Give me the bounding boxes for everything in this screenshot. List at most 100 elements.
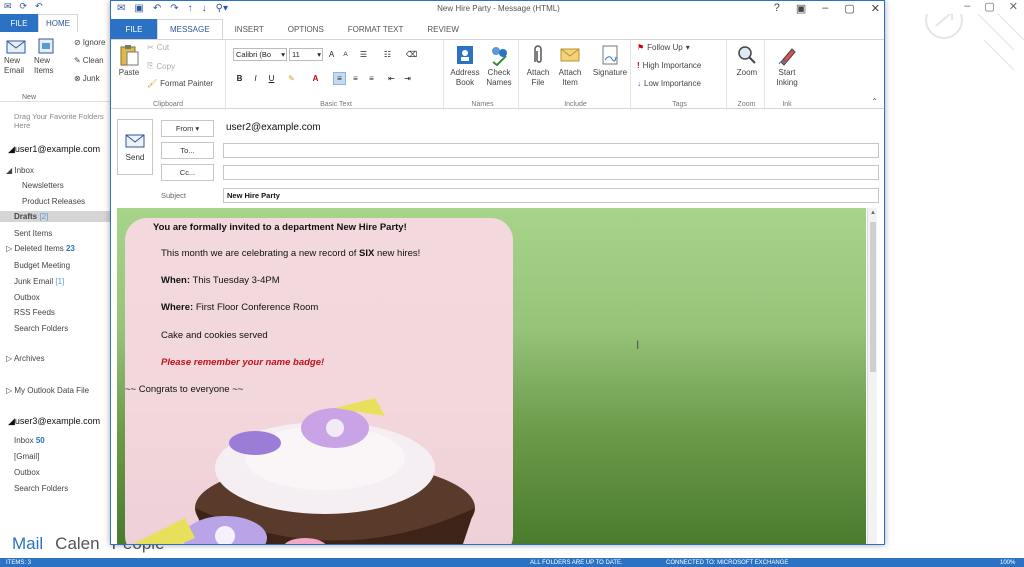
invitation-card	[125, 218, 513, 544]
undo-icon[interactable]: ↶	[35, 1, 43, 12]
group-basic-text: Calibri (Bo ▾ 11 ▾ A A ☰ ☷ ⌫ B I U ✎ A ≡ ≡…	[229, 40, 444, 110]
folder-outbox-2[interactable]: Outbox	[14, 468, 40, 477]
zoom-button[interactable]: Zoom	[733, 44, 761, 78]
outlook-minimize-button[interactable]: –	[964, 0, 970, 13]
font-size-combo[interactable]: 11 ▾	[289, 48, 323, 61]
maximize-button[interactable]: ▢	[844, 2, 854, 15]
folder-budget-meeting[interactable]: Budget Meeting	[14, 261, 70, 270]
folder-deleted-items[interactable]: ▷ Deleted Items 23	[6, 244, 75, 253]
outlook-maximize-button[interactable]: ▢	[984, 0, 994, 13]
numbering-button[interactable]: ☷	[381, 48, 394, 61]
folder-search-folders-2[interactable]: Search Folders	[14, 484, 68, 493]
signature-button[interactable]: Signature	[591, 44, 629, 78]
folder-archives[interactable]: ▷ Archives	[6, 354, 45, 363]
tab-message[interactable]: MESSAGE	[157, 19, 223, 39]
send-receive-icon[interactable]: ⟳	[20, 1, 28, 12]
new-items-button[interactable]: New Items	[34, 38, 58, 76]
tab-options[interactable]: OPTIONS	[276, 19, 336, 39]
subject-field[interactable]: New Hire Party	[223, 188, 879, 203]
dropdown-arrow-icon: ▾	[317, 50, 321, 59]
folder-outbox[interactable]: Outbox	[14, 293, 40, 302]
nav-calendar[interactable]: Calen	[55, 534, 99, 554]
cut-button[interactable]: ✂ Cut	[147, 43, 169, 52]
scroll-thumb[interactable]	[870, 222, 876, 372]
junk-button[interactable]: ⊗ Junk	[74, 74, 100, 83]
collapse-ribbon-icon[interactable]: ⌃	[871, 97, 878, 106]
new-email-button[interactable]: New Email	[4, 38, 28, 76]
folder-product-releases[interactable]: Product Releases	[22, 197, 85, 206]
folder-sent-items[interactable]: Sent Items	[14, 229, 52, 238]
clean-up-button[interactable]: ✎ Clean	[74, 56, 104, 65]
attach-file-button[interactable]: Attach File	[523, 44, 553, 88]
help-button[interactable]: ?	[774, 2, 780, 15]
folder-rss-feeds[interactable]: RSS Feeds	[14, 308, 55, 317]
close-button[interactable]: ✕	[871, 2, 880, 15]
folder-inbox-2-label: Inbox	[14, 436, 34, 445]
bold-button[interactable]: B	[233, 72, 246, 85]
zoom-label: Zoom	[736, 68, 758, 77]
font-name-combo[interactable]: Calibri (Bo ▾	[233, 48, 287, 61]
check-names-button[interactable]: Check Names	[483, 44, 515, 88]
minimize-button[interactable]: –	[822, 2, 828, 15]
folder-newsletters[interactable]: Newsletters	[22, 181, 64, 190]
shrink-font-button[interactable]: A	[339, 48, 352, 61]
ribbon-display-button[interactable]: ▣	[796, 2, 806, 15]
tab-review[interactable]: REVIEW	[415, 19, 471, 39]
italic-button[interactable]: I	[249, 72, 262, 85]
cc-field[interactable]	[223, 165, 879, 180]
folder-search-folders[interactable]: Search Folders	[14, 324, 68, 333]
folder-my-outlook-data-file[interactable]: ▷ My Outlook Data File	[6, 386, 89, 395]
tab-insert[interactable]: INSERT	[223, 19, 276, 39]
copy-button[interactable]: ⎘ Copy	[147, 61, 175, 71]
tab-file[interactable]: FILE	[111, 19, 157, 39]
group-names-label: Names	[471, 101, 494, 108]
follow-up-button[interactable]: ⚑ Follow Up ▾	[637, 43, 690, 52]
increase-indent-button[interactable]: ⇥	[401, 72, 414, 85]
align-left-button[interactable]: ≡	[333, 72, 346, 85]
highlight-button[interactable]: ✎	[285, 72, 298, 85]
from-button[interactable]: From ▾	[161, 120, 214, 137]
high-importance-button[interactable]: ! High Importance	[637, 61, 701, 70]
ignore-button[interactable]: ⊘ Ignore	[74, 38, 105, 47]
send-button[interactable]: Send	[117, 119, 153, 175]
paste-button[interactable]: Paste	[115, 44, 143, 78]
message-body[interactable]: You are formally invited to a department…	[117, 208, 866, 544]
clear-formatting-icon[interactable]: ⌫	[405, 48, 418, 61]
body-scrollbar[interactable]: ▲	[867, 208, 878, 544]
folder-inbox[interactable]: ◢ Inbox	[6, 166, 34, 175]
cake-line: Cake and cookies served	[161, 330, 268, 341]
account-1[interactable]: ◢user1@example.com	[6, 144, 103, 155]
grow-font-button[interactable]: A	[325, 48, 338, 61]
group-tags: ⚑ Follow Up ▾ ! High Importance ↓ Low Import…	[633, 40, 727, 110]
bullets-button[interactable]: ☰	[357, 48, 370, 61]
tab-format-text[interactable]: FORMAT TEXT	[336, 19, 416, 39]
align-center-button[interactable]: ≡	[349, 72, 362, 85]
to-button[interactable]: To...	[161, 142, 214, 159]
outlook-close-button[interactable]: ✕	[1009, 0, 1018, 13]
start-inking-button[interactable]: Start Inking	[771, 44, 803, 88]
font-color-button[interactable]: A	[309, 72, 322, 85]
attach-item-button[interactable]: Attach Item	[555, 44, 585, 88]
account-2[interactable]: ◢user3@example.com	[6, 416, 103, 427]
decrease-indent-button[interactable]: ⇤	[385, 72, 398, 85]
outlook-tab-home[interactable]: HOME	[38, 14, 78, 32]
nav-mail[interactable]: Mail	[12, 534, 43, 554]
expand-arrow-icon: ◢	[8, 416, 15, 426]
group-names: Address Book Check Names Names	[447, 40, 519, 110]
folder-deleted-label: Deleted Items	[14, 244, 64, 253]
paste-label: Paste	[118, 68, 140, 77]
dropdown-arrow-icon: ▾	[685, 43, 690, 52]
low-importance-button[interactable]: ↓ Low Importance	[637, 79, 701, 88]
folder-gmail[interactable]: [Gmail]	[14, 452, 39, 461]
format-painter-button[interactable]: 🖌 Format Painter	[147, 79, 213, 88]
scroll-up-icon[interactable]: ▲	[868, 210, 878, 216]
outlook-tab-file[interactable]: FILE	[0, 14, 38, 32]
align-right-button[interactable]: ≡	[365, 72, 378, 85]
folder-junk-email[interactable]: Junk Email [1]	[14, 277, 64, 286]
underline-button[interactable]: U	[265, 72, 278, 85]
to-field[interactable]	[223, 143, 879, 158]
address-book-button[interactable]: Address Book	[449, 44, 481, 88]
folder-inbox-2[interactable]: Inbox 50	[14, 436, 45, 445]
folder-drafts[interactable]: Drafts [2]	[0, 211, 112, 222]
cc-button[interactable]: Cc...	[161, 164, 214, 181]
